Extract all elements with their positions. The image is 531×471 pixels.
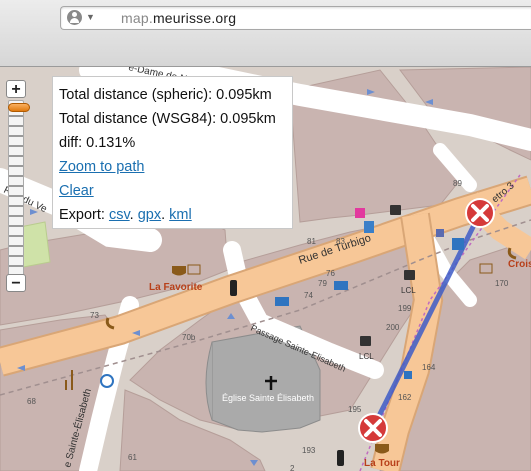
traffic-light-icon (337, 450, 344, 466)
bed-icon (334, 281, 348, 290)
export-row: Export: csv. gpx. kml (59, 203, 286, 227)
square-marker-icon (404, 371, 412, 379)
bank-icon (360, 336, 371, 346)
zoom-in-button[interactable]: + (6, 80, 26, 98)
house-number: 76 (326, 269, 335, 278)
poi-label: La Favorite (149, 282, 203, 293)
house-number: 70b (182, 333, 196, 342)
route-start-marker (465, 198, 495, 228)
poi-label: Crois (508, 259, 531, 270)
cafe-icon (375, 444, 389, 454)
zoom-out-button[interactable]: − (6, 274, 26, 292)
zoom-slider-thumb[interactable] (8, 103, 30, 112)
house-number: 164 (422, 363, 436, 372)
cafe-icon (172, 266, 186, 276)
house-number: 81 (307, 237, 316, 246)
bank-icon (390, 205, 401, 215)
poi-label: Église Sainte Élisabeth (222, 393, 314, 403)
house-number: 162 (398, 393, 412, 402)
house-number: 83 (336, 237, 345, 246)
zoom-to-path-link[interactable]: Zoom to path (59, 159, 144, 175)
house-number: 79 (318, 279, 327, 288)
poi-label: La Tour (364, 458, 400, 469)
bank-icon (404, 270, 415, 280)
person-icon[interactable] (67, 10, 82, 25)
pedestrian-sign-icon (452, 238, 464, 250)
house-number: 2 (290, 464, 295, 471)
export-sep: . (161, 207, 166, 223)
export-label: Export: (59, 207, 105, 223)
browser-toolbar: ▼ map.meurisse.org (0, 0, 531, 67)
export-sep: . (129, 207, 134, 223)
house-number: 195 (348, 405, 362, 414)
clear-link[interactable]: Clear (59, 183, 94, 199)
bus-stop-icon (364, 221, 374, 233)
wgs84-distance: Total distance (WSG84): 0.095km (59, 111, 276, 127)
house-number: 170 (495, 279, 509, 288)
house-number: 73 (90, 311, 99, 320)
distance-popup: Total distance (spheric): 0.095km Total … (52, 76, 293, 229)
spheric-distance: Total distance (spheric): 0.095km (59, 87, 272, 103)
url-text[interactable]: map.meurisse.org (121, 10, 236, 26)
chevron-down-icon[interactable]: ▼ (86, 12, 95, 22)
house-number: 61 (128, 453, 137, 462)
house-number: 89 (453, 179, 462, 188)
route-end-marker (358, 413, 388, 443)
square-marker-icon (436, 229, 444, 237)
poi-label: LCL (401, 286, 416, 295)
house-number: 200 (386, 323, 400, 332)
house-number: 74 (304, 291, 313, 300)
url-domain: meurisse.org (152, 10, 237, 26)
bed-icon (275, 297, 289, 306)
zoom-slider-track[interactable] (8, 100, 30, 276)
export-kml-link[interactable]: kml (169, 207, 192, 223)
house-number: 193 (302, 446, 316, 455)
house-number: 199 (398, 304, 412, 313)
export-gpx-link[interactable]: gpx (138, 207, 161, 223)
poi-label: LCL (359, 352, 374, 361)
url-host: map. (121, 10, 153, 26)
url-bar[interactable]: ▼ map.meurisse.org (60, 6, 531, 30)
diff-value: diff: 0.131% (59, 135, 136, 151)
pharmacy-icon (355, 208, 365, 218)
export-csv-link[interactable]: csv (109, 207, 130, 223)
zoom-control: + − (6, 80, 30, 296)
traffic-light-icon (230, 280, 237, 296)
house-number: 68 (27, 397, 36, 406)
